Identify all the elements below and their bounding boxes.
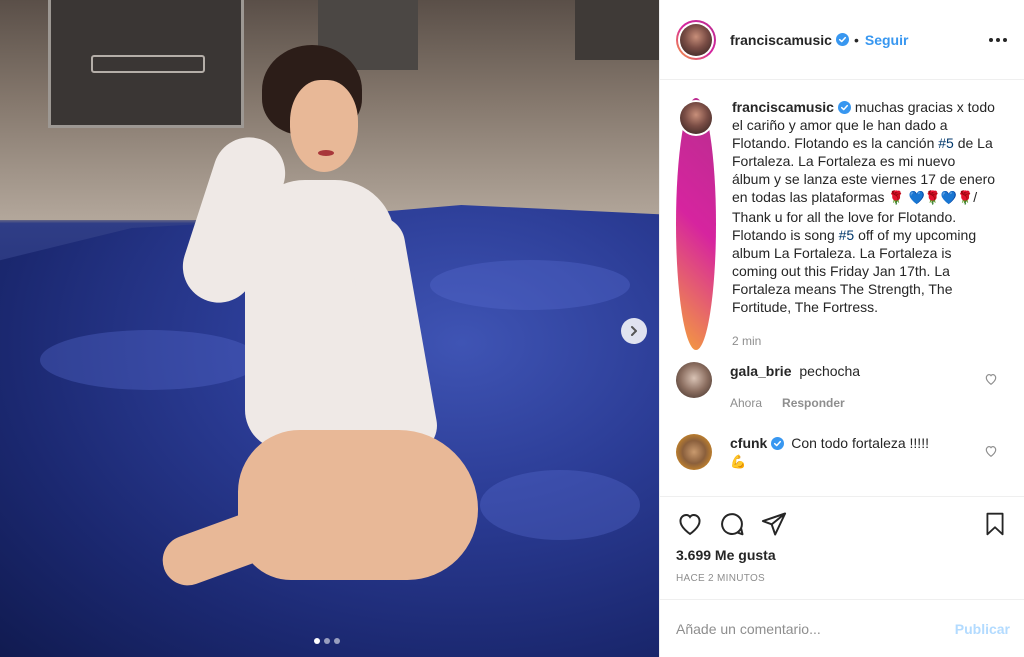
carousel-dot	[324, 638, 330, 644]
separator-dot: •	[853, 31, 859, 48]
verified-badge-icon	[837, 101, 851, 114]
share-paper-plane-icon[interactable]	[760, 510, 788, 538]
post-image[interactable]	[0, 0, 659, 657]
publish-button[interactable]: Publicar	[955, 621, 1010, 637]
caption: franciscamusic muchas gracias x todo el …	[676, 98, 1008, 350]
flexed-biceps-emoji: 💪	[730, 455, 747, 470]
likes-count[interactable]: 3.699 Me gusta	[676, 547, 1008, 563]
comment-item: cfunk Con todo fortaleza !!!!! 💪	[676, 434, 1008, 472]
caption-time: 2 min	[732, 334, 762, 348]
commenter-avatar[interactable]	[676, 362, 712, 398]
post-timestamp[interactable]: HACE 2 MINUTOS	[676, 573, 1008, 584]
comment-bubble-icon[interactable]	[718, 510, 746, 538]
like-comment-heart-icon[interactable]	[984, 372, 998, 386]
comment-item: gala_brie pechocha Ahora Responder	[676, 362, 1008, 412]
caption-username[interactable]: franciscamusic	[732, 99, 834, 115]
post-actions: 3.699 Me gusta HACE 2 MINUTOS	[660, 496, 1024, 599]
avatar[interactable]	[676, 19, 716, 60]
rose-emoji: 🌹	[888, 191, 905, 206]
header-username[interactable]: franciscamusic	[730, 32, 832, 48]
comment-username[interactable]: gala_brie	[730, 363, 791, 379]
emoji-row: 💙🌹💙🌹	[908, 191, 974, 206]
carousel-dot	[314, 638, 320, 644]
hashtag-link[interactable]: #5	[938, 135, 954, 151]
like-comment-heart-icon[interactable]	[984, 444, 998, 458]
verified-badge-icon	[835, 33, 849, 46]
like-heart-icon[interactable]	[676, 510, 704, 538]
verified-badge-icon	[771, 437, 785, 450]
carousel-dot	[334, 638, 340, 644]
comment-input[interactable]	[676, 620, 955, 637]
reply-button[interactable]: Responder	[782, 396, 845, 410]
next-slide-button[interactable]	[621, 318, 647, 344]
more-options-button[interactable]	[986, 37, 1010, 42]
save-bookmark-icon[interactable]	[982, 510, 1008, 538]
comment-text: pechocha	[799, 363, 861, 379]
comment-username[interactable]: cfunk	[730, 435, 767, 451]
comment-text: Con todo fortaleza !!!!!	[791, 435, 929, 451]
commenter-avatar[interactable]	[676, 434, 712, 470]
carousel-indicator	[314, 638, 340, 644]
comment-composer: Publicar	[660, 599, 1024, 657]
more-dots-icon	[989, 37, 993, 42]
caption-avatar[interactable]	[676, 98, 716, 350]
chevron-right-icon	[631, 326, 637, 336]
comment-time: Ahora	[730, 396, 763, 410]
hashtag-link[interactable]: #5	[839, 227, 855, 243]
follow-button[interactable]: Seguir	[865, 32, 909, 48]
post-header: franciscamusic • Seguir	[660, 0, 1024, 80]
post-sidebar: franciscamusic • Seguir franciscamusic m…	[659, 0, 1024, 657]
comments-list: franciscamusic muchas gracias x todo el …	[660, 80, 1024, 496]
model-figure	[0, 0, 659, 657]
